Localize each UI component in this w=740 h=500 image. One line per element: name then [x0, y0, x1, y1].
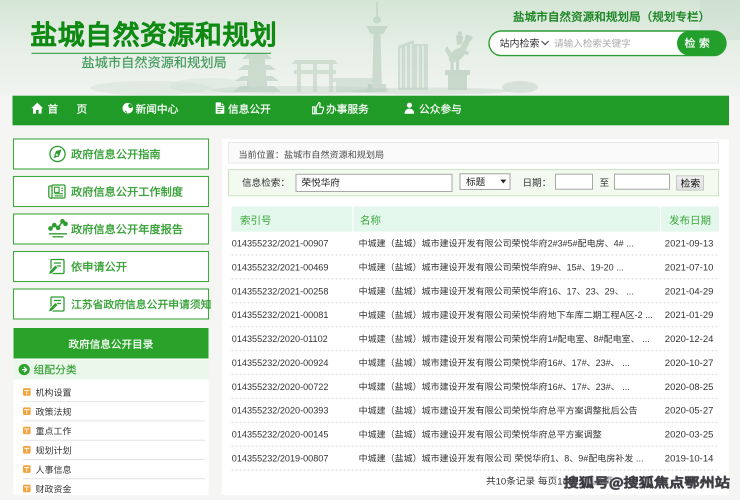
svg-text:16#: 16#: [548, 382, 563, 392]
svg-text:29: 29: [605, 286, 615, 296]
svg-text:014355232/2021-00258: 014355232/2021-00258: [232, 286, 329, 296]
svg-text:2020-10-27: 2020-10-27: [665, 358, 714, 369]
svg-text:014355232/2020-00722: 014355232/2020-00722: [232, 382, 329, 392]
svg-text:8#: 8#: [594, 334, 604, 344]
svg-text:014355232/2020-00393: 014355232/2020-00393: [232, 406, 329, 416]
svg-text:2#3#5#: 2#3#5#: [548, 239, 578, 249]
svg-text:2020-12-24: 2020-12-24: [665, 334, 714, 345]
svg-text:1: 1: [550, 454, 555, 464]
svg-text:014355232/2021-00081: 014355232/2021-00081: [232, 310, 329, 320]
svg-text:2021-04-29: 2021-04-29: [665, 286, 714, 297]
svg-text:014355232/2020-01102: 014355232/2020-01102: [232, 334, 328, 344]
svg-text:A: A: [620, 310, 626, 320]
svg-text:014355232/2019-00807: 014355232/2019-00807: [232, 454, 329, 464]
svg-text:23#: 23#: [596, 382, 611, 392]
svg-text:...: ...: [626, 239, 634, 249]
svg-text:014355232/2021-00469: 014355232/2021-00469: [232, 262, 329, 272]
svg-text:2020-08-25: 2020-08-25: [665, 382, 714, 393]
svg-text:2021-01-29: 2021-01-29: [665, 310, 714, 321]
svg-text:...: ...: [626, 286, 634, 296]
svg-text:9#: 9#: [578, 454, 588, 464]
svg-text:17#: 17#: [572, 382, 587, 392]
svg-text:17#: 17#: [572, 358, 587, 368]
svg-text:...: ...: [616, 262, 624, 272]
svg-text:014355232/2020-00145: 014355232/2020-00145: [232, 430, 329, 440]
svg-text:9#: 9#: [548, 262, 558, 272]
svg-text:...: ...: [622, 358, 630, 368]
svg-text:16#: 16#: [548, 358, 563, 368]
svg-text:014355232/2021-00907: 014355232/2021-00907: [232, 239, 329, 249]
svg-text:...: ...: [636, 454, 644, 464]
svg-text:014355232/2020-00924: 014355232/2020-00924: [232, 358, 329, 368]
svg-text:2020-03-25: 2020-03-25: [665, 430, 714, 441]
svg-text:2019-10-14: 2019-10-14: [665, 454, 714, 465]
svg-text:...: ...: [622, 382, 630, 392]
svg-text:10: 10: [496, 476, 507, 487]
svg-text:16: 16: [548, 286, 558, 296]
svg-text:1#: 1#: [548, 334, 558, 344]
svg-text:2021-09-13: 2021-09-13: [665, 239, 714, 250]
svg-text:4#: 4#: [614, 239, 624, 249]
svg-text:17: 17: [567, 286, 577, 296]
svg-text:23: 23: [586, 286, 596, 296]
svg-text:19-20: 19-20: [591, 262, 614, 272]
svg-text:2020-05-27: 2020-05-27: [665, 406, 714, 417]
svg-text:8: 8: [564, 454, 569, 464]
svg-text:-2: -2: [635, 310, 643, 320]
svg-text:23#: 23#: [596, 358, 611, 368]
svg-text:...: ...: [642, 334, 650, 344]
svg-text:...: ...: [645, 310, 653, 320]
svg-text:2021-07-10: 2021-07-10: [665, 262, 714, 273]
svg-text:15#: 15#: [567, 262, 582, 272]
